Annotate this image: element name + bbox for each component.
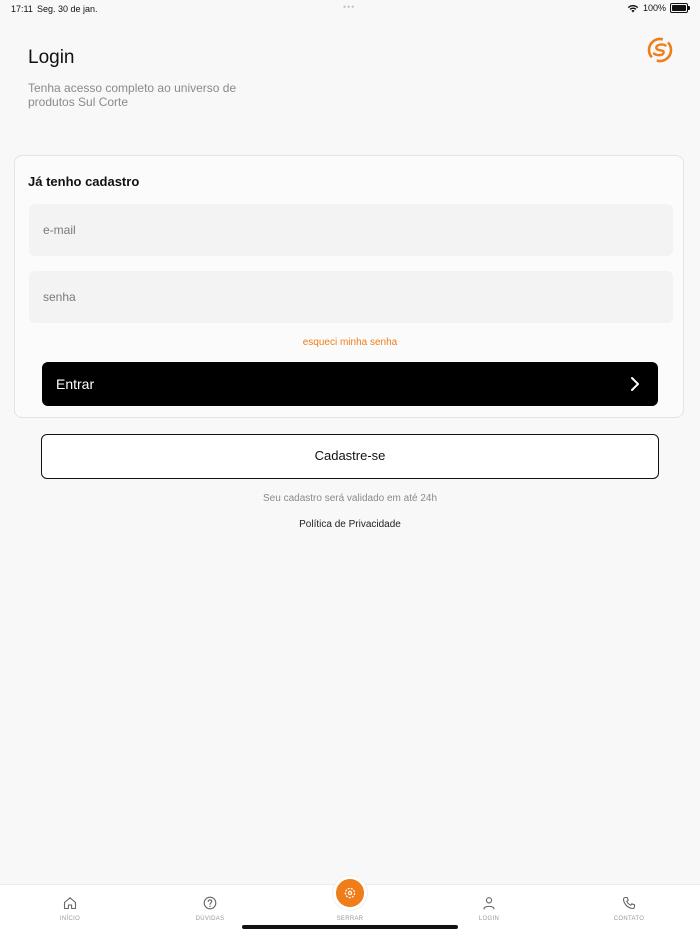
- card-title: Já tenho cadastro: [28, 174, 140, 189]
- page-subtitle: Tenha acesso completo ao universo de pro…: [28, 81, 237, 109]
- validation-note: Seu cadastro será validado em até 24h: [263, 493, 437, 504]
- status-date: Seg. 30 de jan.: [37, 4, 98, 14]
- chevron-right-icon: [631, 377, 639, 391]
- privacy-policy-link[interactable]: Política de Privacidade: [0, 519, 700, 530]
- status-right: 100%: [627, 3, 690, 13]
- multitask-dots-icon[interactable]: •••: [343, 2, 355, 12]
- tab-contato[interactable]: CONTATO: [589, 885, 669, 929]
- email-field[interactable]: [29, 204, 673, 256]
- saw-icon: [344, 887, 356, 899]
- home-icon: [63, 897, 77, 910]
- tab-duvidas[interactable]: DÚVIDAS: [170, 885, 250, 929]
- login-button[interactable]: Entrar: [42, 362, 658, 406]
- help-icon: [203, 896, 217, 910]
- login-button-label: Entrar: [56, 376, 95, 392]
- forgot-password-link[interactable]: esqueci minha senha: [15, 337, 685, 348]
- battery-percentage: 100%: [642, 3, 666, 13]
- password-field[interactable]: [29, 271, 673, 323]
- user-icon: [483, 897, 495, 910]
- tab-label: LOGIN: [478, 916, 500, 922]
- phone-icon: [622, 896, 636, 910]
- register-button[interactable]: Cadastre-se: [41, 434, 659, 479]
- battery-icon: [670, 3, 690, 13]
- tab-label: INÍCIO: [59, 916, 81, 922]
- sul-corte-logo-icon: [647, 37, 673, 63]
- status-bar: 17:11 Seg. 30 de jan. ••• 100%: [0, 0, 700, 18]
- tab-label: SERRAR: [336, 916, 364, 922]
- serrar-action-button[interactable]: [333, 876, 367, 910]
- tab-inicio[interactable]: INÍCIO: [30, 885, 110, 929]
- page-title: Login: [28, 47, 75, 68]
- tab-label: DÚVIDAS: [195, 916, 225, 922]
- wifi-icon: [627, 4, 639, 12]
- tab-login[interactable]: LOGIN: [449, 885, 529, 929]
- home-indicator[interactable]: [242, 925, 458, 929]
- status-time: 17:11: [11, 4, 33, 14]
- tab-label: CONTATO: [613, 916, 645, 922]
- login-card: Já tenho cadastro esqueci minha senha En…: [14, 155, 684, 418]
